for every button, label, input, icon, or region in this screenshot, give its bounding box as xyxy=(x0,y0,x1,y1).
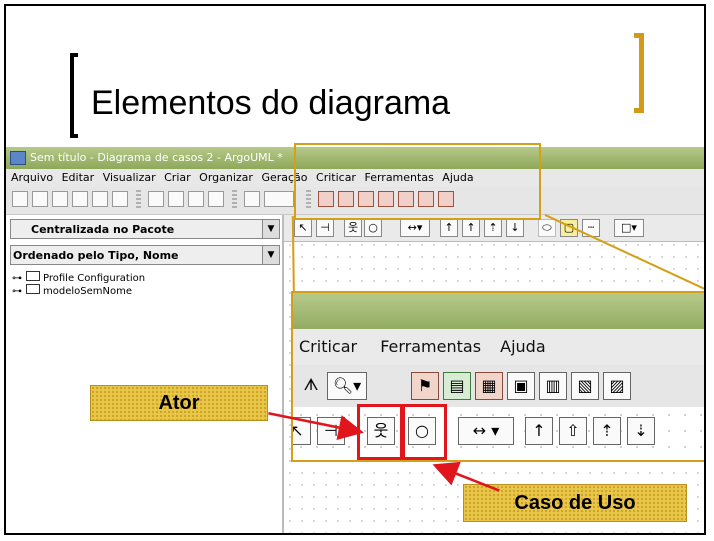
window-title: Sem título - Diagrama de casos 2 - ArgoU… xyxy=(30,151,283,164)
perspective-combo[interactable]: Centralizada no Pacote ▼ xyxy=(10,219,280,239)
app-icon xyxy=(10,151,26,165)
menu-criar[interactable]: Criar xyxy=(164,171,191,184)
include-icon[interactable]: ⇣ xyxy=(627,417,655,445)
comment-link-icon[interactable]: ┄ xyxy=(582,219,600,237)
export-icon[interactable] xyxy=(92,191,108,207)
menu-arquivo[interactable]: Arquivo xyxy=(11,171,53,184)
print-icon[interactable] xyxy=(112,191,128,207)
toolbar-grip-2[interactable] xyxy=(232,190,237,210)
broom-icon[interactable]: ⊣ xyxy=(316,219,334,237)
include-icon[interactable]: ↓ xyxy=(506,219,524,237)
menu-editar[interactable]: Editar xyxy=(62,171,95,184)
binoculars-icon[interactable]: ᗑ xyxy=(297,372,325,400)
use-case-highlight xyxy=(400,404,447,460)
use-case-callout-label: Caso de Uso xyxy=(463,484,687,522)
expand-icon[interactable]: ⊶ xyxy=(12,273,22,284)
zoom-menu-ferramentas[interactable]: Ferramentas xyxy=(380,337,481,356)
expand-icon[interactable]: ⊶ xyxy=(12,286,22,297)
sequence-diagram-icon[interactable]: ▦ xyxy=(475,372,503,400)
open-project-icon[interactable] xyxy=(32,191,48,207)
broom-icon[interactable]: ⊣ xyxy=(317,417,345,445)
ellipse-icon[interactable]: ⬭ xyxy=(538,219,556,237)
zoomed-diagram-toolbar: ↖ ⊣ 웃 ○ ↔ ▾ ↑ ⇧ ⇡ ⇣ xyxy=(293,407,704,460)
menu-organizar[interactable]: Organizar xyxy=(199,171,253,184)
find-icon[interactable] xyxy=(244,191,260,207)
settings-icon[interactable] xyxy=(208,191,224,207)
slide-title: Elementos do diagrama xyxy=(91,84,451,122)
tree-item-label: modeloSemNome xyxy=(43,286,132,297)
order-combo[interactable]: Ordenado pelo Tipo, Nome ▼ xyxy=(10,245,280,265)
slide-frame: Elementos do diagrama Sem título - Diagr… xyxy=(4,4,706,535)
delete-icon[interactable] xyxy=(168,191,184,207)
cut-icon[interactable] xyxy=(148,191,164,207)
zoomed-menu-bar: Criticar Ferramentas Ajuda xyxy=(293,329,704,365)
folder-icon xyxy=(26,271,40,281)
actor-highlight xyxy=(357,404,405,460)
class-diagram-icon[interactable]: ▤ xyxy=(443,372,471,400)
zoom-dropdown-icon[interactable] xyxy=(264,191,294,207)
properties-icon[interactable] xyxy=(188,191,204,207)
chevron-down-icon[interactable]: ▼ xyxy=(262,246,279,264)
actor-icon[interactable]: 웃 xyxy=(344,219,362,237)
generalization-icon[interactable]: ⇧ xyxy=(559,417,587,445)
association-dropdown-icon[interactable]: ↔ ▾ xyxy=(458,417,514,445)
menu-visualizar[interactable]: Visualizar xyxy=(103,171,156,184)
statechart-diagram-icon[interactable]: ▥ xyxy=(539,372,567,400)
generalization-icon[interactable]: ↑ xyxy=(462,219,480,237)
actor-callout-label: Ator xyxy=(90,385,268,421)
shape-dropdown-icon[interactable]: □▾ xyxy=(614,219,644,237)
use-case-diagram-icon[interactable]: ⚑ xyxy=(411,372,439,400)
deployment-diagram-icon[interactable]: ▨ xyxy=(603,372,631,400)
package-icon xyxy=(26,284,40,294)
association-icon[interactable]: ↔▾ xyxy=(400,219,430,237)
zoomed-view: Criticar Ferramentas Ajuda ᗑ 🔍︎▾ ⚑ ▤ ▦ ▣… xyxy=(291,291,704,462)
perspective-value: Centralizada no Pacote xyxy=(31,223,175,236)
tree-item-label: Profile Configuration xyxy=(43,273,146,284)
dependency-icon[interactable]: ↑ xyxy=(440,219,458,237)
chevron-down-icon[interactable]: ▼ xyxy=(262,220,279,238)
collaboration-diagram-icon[interactable]: ▣ xyxy=(507,372,535,400)
select-icon[interactable]: ↖ xyxy=(294,219,312,237)
order-value: Ordenado pelo Tipo, Nome xyxy=(13,249,179,262)
zoomed-titlebar xyxy=(293,293,704,329)
explorer-pane: Centralizada no Pacote ▼ Ordenado pelo T… xyxy=(6,215,284,533)
zoom-menu-ajuda[interactable]: Ajuda xyxy=(500,337,546,356)
focus-region xyxy=(294,143,541,220)
right-bracket xyxy=(634,33,644,113)
tree-item[interactable]: ⊶ Profile Configuration xyxy=(12,271,145,284)
note-icon[interactable]: ▢ xyxy=(560,219,578,237)
select-icon[interactable]: ↖ xyxy=(293,417,311,445)
activity-diagram-icon[interactable]: ▧ xyxy=(571,372,599,400)
tree-item[interactable]: ⊶ modeloSemNome xyxy=(12,284,132,297)
use-case-icon[interactable]: ○ xyxy=(364,219,382,237)
save-as-icon[interactable] xyxy=(72,191,88,207)
left-bracket xyxy=(70,53,78,138)
zoom-dropdown-icon[interactable]: 🔍︎▾ xyxy=(327,372,367,400)
zoomed-toolbar: ᗑ 🔍︎▾ ⚑ ▤ ▦ ▣ ▥ ▧ ▨ xyxy=(293,365,704,407)
zoom-menu-criticar[interactable]: Criticar xyxy=(299,337,357,356)
save-icon[interactable] xyxy=(52,191,68,207)
toolbar-grip[interactable] xyxy=(136,190,141,210)
extend-icon[interactable]: ⇡ xyxy=(484,219,502,237)
extend-icon[interactable]: ⇡ xyxy=(593,417,621,445)
new-project-icon[interactable] xyxy=(12,191,28,207)
dependency-icon[interactable]: ↑ xyxy=(525,417,553,445)
